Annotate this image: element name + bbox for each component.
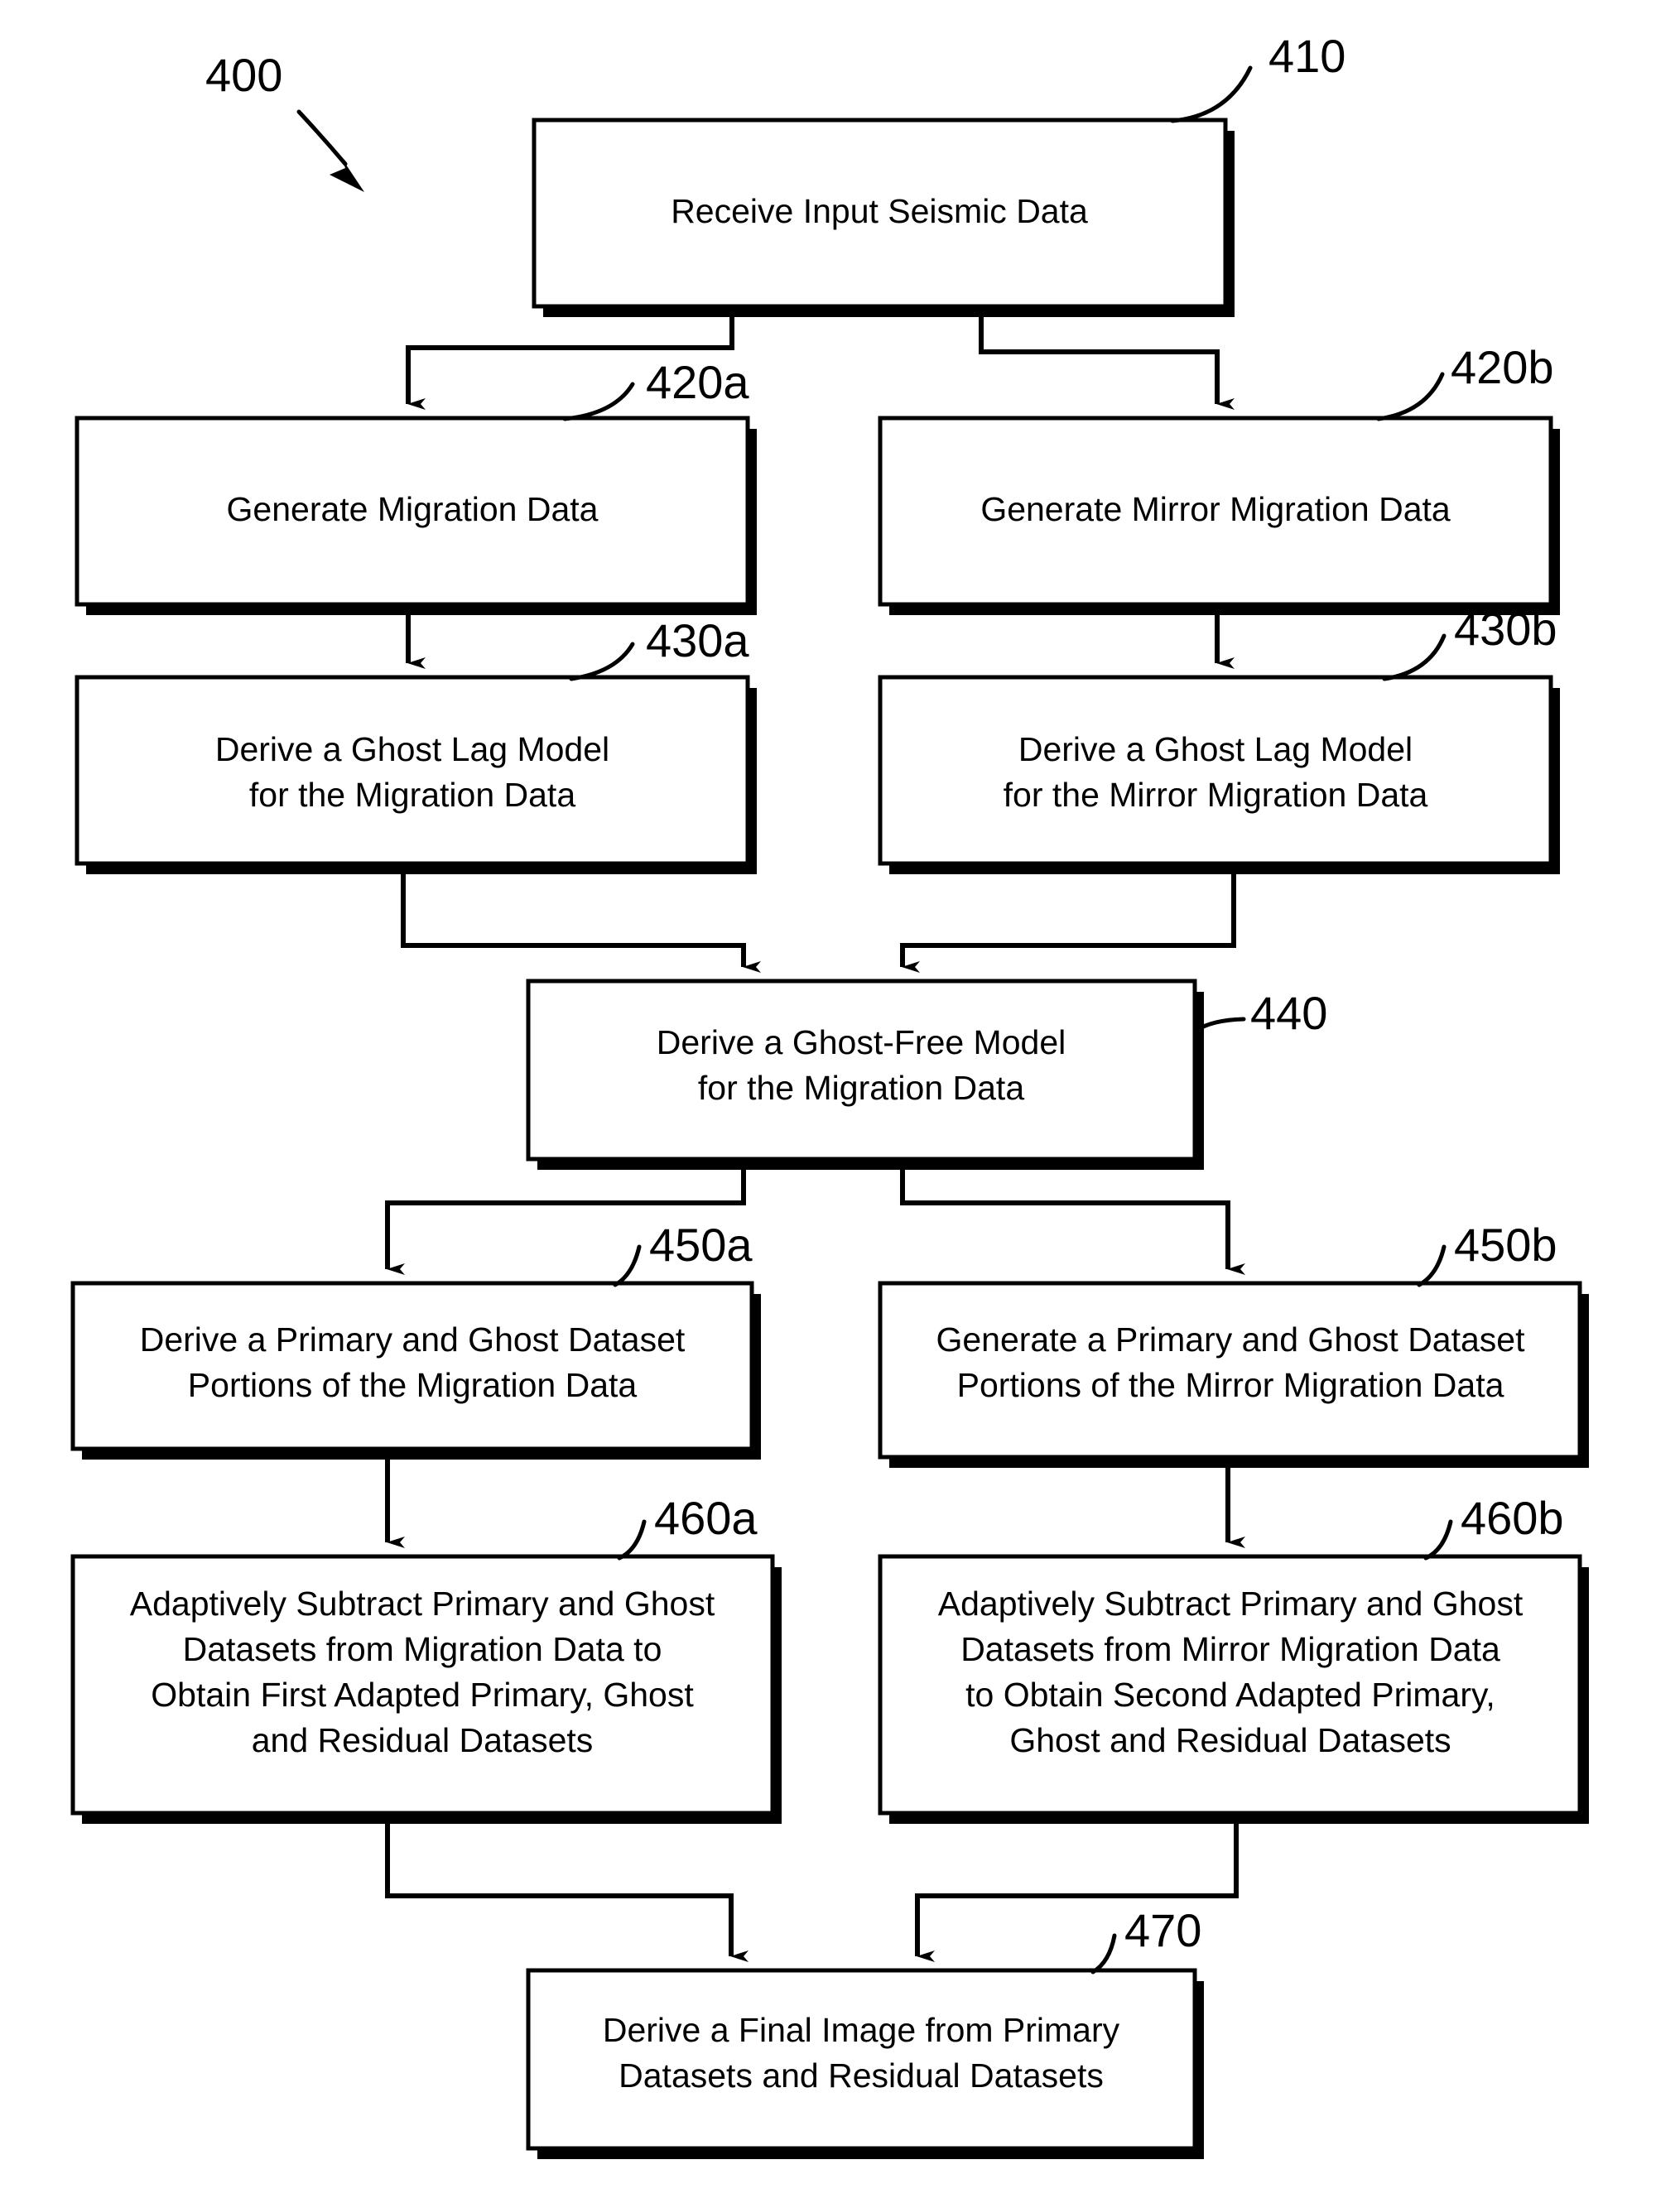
- ref-label-430a-leader: [569, 642, 635, 681]
- node-430b-line-1: for the Mirror Migration Data: [1004, 776, 1428, 814]
- ref-label-450a-group: 450a: [613, 1219, 753, 1287]
- ref-label-420b-leader: [1376, 372, 1445, 421]
- ref-label-410-group: 410: [1170, 30, 1345, 123]
- node-460a[interactable]: Adaptively Subtract Primary and Ghost Da…: [70, 1554, 782, 1824]
- ref-label-430b: 430b: [1454, 603, 1557, 655]
- node-410-line-0: Receive Input Seismic Data: [671, 192, 1088, 230]
- connector-460a-to-470: [385, 1813, 749, 1962]
- ref-label-450a-leader: [613, 1244, 642, 1287]
- node-430a[interactable]: Derive a Ghost Lag Model for the Migrati…: [75, 675, 757, 874]
- node-430b[interactable]: Derive a Ghost Lag Model for the Mirror …: [878, 675, 1560, 874]
- node-450a-line-0: Derive a Primary and Ghost Dataset: [140, 1320, 686, 1359]
- patent-flowchart-figure: 400 Receive Input Seismic Data 410 Gener…: [0, 0, 1680, 2203]
- node-460a-line-0: Adaptively Subtract Primary and Ghost: [130, 1585, 715, 1623]
- node-440-line-0: Derive a Ghost-Free Model: [657, 1023, 1066, 1061]
- connector-410-to-420b: [979, 306, 1235, 410]
- ref-label-460a-group: 460a: [617, 1492, 758, 1561]
- node-470-line-0: Derive a Final Image from Primary: [603, 2011, 1120, 2049]
- node-410[interactable]: Receive Input Seismic Data: [532, 118, 1235, 317]
- ref-label-450a: 450a: [649, 1219, 753, 1271]
- ref-label-420b: 420b: [1451, 341, 1554, 393]
- node-470[interactable]: Derive a Final Image from Primary Datase…: [526, 1968, 1204, 2159]
- node-430b-rect[interactable]: [878, 675, 1553, 866]
- ref-label-420a-leader: [562, 382, 635, 421]
- flowchart-canvas: 400 Receive Input Seismic Data 410 Gener…: [70, 30, 1589, 2159]
- connector-430b-to-440: [900, 863, 1236, 973]
- node-450a[interactable]: Derive a Primary and Ghost Dataset Porti…: [70, 1281, 761, 1460]
- ref-label-430a-group: 430a: [569, 614, 749, 681]
- node-420a-line-0: Generate Migration Data: [227, 490, 599, 528]
- ref-label-420b-group: 420b: [1376, 341, 1554, 421]
- node-460b[interactable]: Adaptively Subtract Primary and Ghost Da…: [878, 1554, 1589, 1824]
- node-430b-line-0: Derive a Ghost Lag Model: [1018, 730, 1413, 768]
- ref-label-440: 440: [1250, 987, 1327, 1039]
- ref-label-470: 470: [1124, 1904, 1201, 1956]
- node-430a-line-0: Derive a Ghost Lag Model: [215, 730, 609, 768]
- node-460b-line-2: to Obtain Second Adapted Primary,: [965, 1676, 1495, 1714]
- node-440-line-1: for the Migration Data: [698, 1069, 1024, 1107]
- ref-label-450b: 450b: [1454, 1219, 1557, 1271]
- figure-number-leader-line: [296, 109, 348, 166]
- figure-number-group: 400: [205, 49, 364, 192]
- ref-label-460b: 460b: [1461, 1492, 1564, 1544]
- node-470-line-1: Datasets and Residual Datasets: [619, 2056, 1104, 2095]
- ref-label-460a: 460a: [654, 1492, 758, 1544]
- node-460a-line-3: and Residual Datasets: [252, 1721, 594, 1759]
- node-460a-line-2: Obtain First Adapted Primary, Ghost: [151, 1676, 694, 1714]
- figure-number-label: 400: [205, 49, 282, 101]
- ref-label-410: 410: [1268, 30, 1345, 82]
- ref-label-420a-group: 420a: [562, 356, 749, 421]
- node-430a-rect[interactable]: [75, 675, 750, 866]
- ref-label-450b-leader: [1417, 1244, 1447, 1287]
- node-420a[interactable]: Generate Migration Data: [75, 416, 757, 615]
- node-450b-line-0: Generate a Primary and Ghost Dataset: [936, 1320, 1525, 1359]
- ref-label-430a: 430a: [646, 614, 749, 666]
- ref-label-440-group: 440: [1193, 987, 1327, 1039]
- node-460b-line-1: Datasets from Mirror Migration Data: [960, 1630, 1500, 1668]
- node-420b-line-0: Generate Mirror Migration Data: [980, 490, 1451, 528]
- node-440[interactable]: Derive a Ghost-Free Model for the Migrat…: [526, 979, 1204, 1170]
- ref-label-410-leader: [1170, 65, 1253, 123]
- node-460b-line-3: Ghost and Residual Datasets: [1009, 1721, 1451, 1759]
- ref-label-420a: 420a: [646, 356, 749, 408]
- node-450b-line-1: Portions of the Mirror Migration Data: [957, 1366, 1504, 1404]
- node-460a-line-1: Datasets from Migration Data to: [183, 1630, 662, 1668]
- ref-label-460b-leader: [1423, 1519, 1453, 1561]
- figure-number-arrowhead: [330, 157, 364, 192]
- node-450a-line-1: Portions of the Migration Data: [188, 1366, 638, 1404]
- ref-label-460a-leader: [617, 1519, 647, 1561]
- node-430a-line-1: for the Migration Data: [249, 776, 575, 814]
- ref-label-430b-leader: [1382, 633, 1447, 681]
- connector-430a-to-440: [401, 863, 761, 973]
- node-450b[interactable]: Generate a Primary and Ghost Dataset Por…: [878, 1281, 1589, 1468]
- node-420b[interactable]: Generate Mirror Migration Data: [878, 416, 1560, 615]
- ref-label-450b-group: 450b: [1417, 1219, 1557, 1287]
- node-460b-line-0: Adaptively Subtract Primary and Ghost: [938, 1585, 1524, 1623]
- connector-440-to-450b: [900, 1159, 1245, 1275]
- ref-label-470-leader: [1090, 1933, 1117, 1975]
- ref-label-470-group: 470: [1090, 1904, 1201, 1975]
- ref-label-460b-group: 460b: [1423, 1492, 1564, 1561]
